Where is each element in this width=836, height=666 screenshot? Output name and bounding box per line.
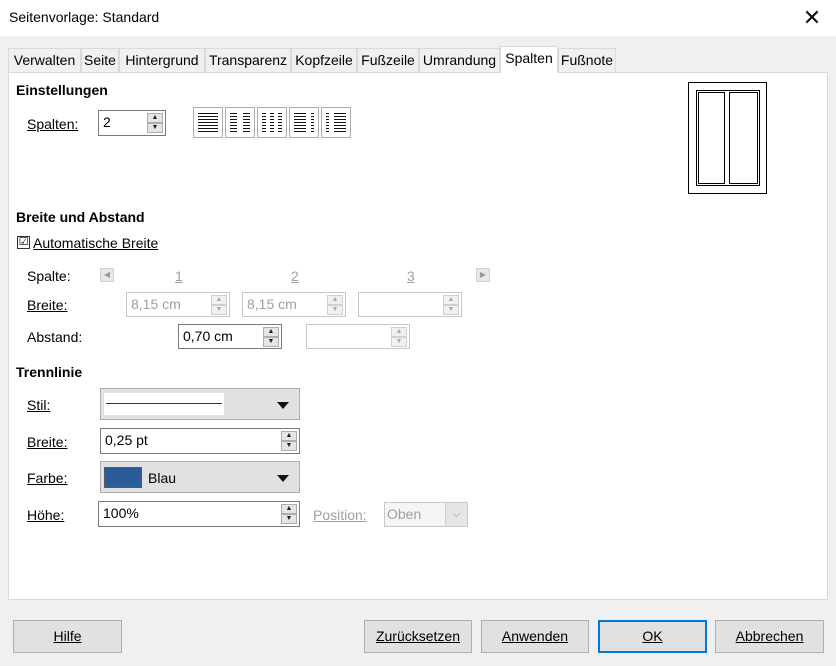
help-button[interactable]: Hilfe bbox=[13, 620, 122, 653]
separator-width-spinner[interactable]: 0,25 pt ▲ ▼ bbox=[100, 428, 300, 454]
layout-1-column-button[interactable] bbox=[193, 107, 223, 138]
tab-seite[interactable]: Seite bbox=[81, 48, 119, 72]
separator-style-dropdown[interactable] bbox=[100, 388, 300, 420]
separator-width-label: Breite: bbox=[27, 434, 68, 450]
position-value: Oben bbox=[387, 506, 422, 522]
spin-up-icon[interactable]: ▲ bbox=[327, 295, 343, 305]
column-3-width-spinner[interactable]: ▲ ▼ bbox=[358, 292, 462, 317]
columns-label: Spalten: bbox=[27, 116, 79, 132]
column-2-width-value: 8,15 cm bbox=[247, 296, 297, 312]
spin-down-icon[interactable]: ▼ bbox=[263, 337, 279, 347]
close-icon[interactable]: ✕ bbox=[798, 4, 826, 32]
ok-button[interactable]: OK bbox=[598, 620, 707, 653]
color-swatch bbox=[104, 467, 142, 488]
spin-down-icon[interactable]: ▼ bbox=[147, 123, 163, 133]
auto-width-label: Automatische Breite bbox=[33, 235, 159, 251]
spacing-1-spinner[interactable]: 0,70 cm ▲ ▼ bbox=[178, 324, 282, 349]
separator-style-label: Stil: bbox=[27, 397, 51, 413]
auto-width-checkbox[interactable]: ☑ bbox=[17, 236, 30, 249]
spin-up-icon[interactable]: ▲ bbox=[263, 327, 279, 337]
column-1-width-spinner[interactable]: 8,15 cm ▲ ▼ bbox=[126, 292, 230, 317]
tab-kopfzeile[interactable]: Kopfzeile bbox=[291, 48, 357, 72]
page-preview bbox=[688, 82, 767, 194]
tab-transparenz[interactable]: Transparenz bbox=[205, 48, 291, 72]
tab-fusszeile[interactable]: Fußzeile bbox=[357, 48, 419, 72]
position-label: Position: bbox=[313, 507, 367, 523]
reset-button[interactable]: Zurücksetzen bbox=[364, 620, 472, 653]
window-title: Seitenvorlage: Standard bbox=[9, 9, 160, 25]
spin-down-icon[interactable]: ▼ bbox=[281, 441, 297, 451]
tab-hintergrund[interactable]: Hintergrund bbox=[119, 48, 205, 72]
preview-column-right bbox=[729, 92, 758, 184]
arrow-left-icon[interactable]: ◀ bbox=[100, 268, 114, 282]
separator-height-value: 100% bbox=[103, 505, 139, 521]
line-style-preview bbox=[104, 393, 224, 415]
column-number-2: 2 bbox=[291, 268, 299, 284]
separator-color-dropdown[interactable]: Blau bbox=[100, 461, 300, 493]
tab-umrandung[interactable]: Umrandung bbox=[419, 48, 500, 72]
width-spacing-heading: Breite und Abstand bbox=[16, 209, 145, 225]
position-dropdown[interactable]: Oben ⌵ bbox=[384, 502, 468, 527]
preview-column-left bbox=[698, 92, 725, 184]
separator-color-value: Blau bbox=[148, 470, 177, 486]
spin-down-icon[interactable]: ▼ bbox=[391, 337, 407, 347]
spin-up-icon[interactable]: ▲ bbox=[443, 295, 459, 305]
layout-2-columns-right-big-button[interactable] bbox=[321, 107, 351, 138]
column-1-width-value: 8,15 cm bbox=[131, 296, 181, 312]
spin-down-icon[interactable]: ▼ bbox=[443, 305, 459, 315]
columns-spinner[interactable]: 2 ▲ ▼ bbox=[98, 110, 166, 136]
chevron-down-icon bbox=[277, 402, 289, 409]
separator-width-value: 0,25 pt bbox=[105, 432, 148, 448]
separator-height-spinner[interactable]: 100% ▲ ▼ bbox=[98, 501, 300, 527]
separator-height-label: Höhe: bbox=[27, 507, 65, 523]
arrow-right-icon[interactable]: ▶ bbox=[476, 268, 490, 282]
tab-verwalten[interactable]: Verwalten bbox=[8, 48, 81, 72]
spacing-2-spinner[interactable]: ▲ ▼ bbox=[306, 324, 410, 349]
layout-2-columns-button[interactable] bbox=[225, 107, 255, 138]
tab-fussnote[interactable]: Fußnote bbox=[558, 48, 616, 72]
column-label: Spalte: bbox=[27, 268, 71, 284]
spin-down-icon[interactable]: ▼ bbox=[211, 305, 227, 315]
chevron-down-icon: ⌵ bbox=[445, 503, 467, 526]
settings-heading: Einstellungen bbox=[16, 82, 108, 98]
separator-color-label: Farbe: bbox=[27, 470, 68, 486]
apply-button[interactable]: Anwenden bbox=[481, 620, 589, 653]
chevron-down-icon bbox=[277, 475, 289, 482]
column-number-1: 1 bbox=[175, 268, 183, 284]
spacing-1-value: 0,70 cm bbox=[183, 328, 233, 344]
spin-up-icon[interactable]: ▲ bbox=[391, 327, 407, 337]
spin-down-icon[interactable]: ▼ bbox=[281, 514, 297, 524]
cancel-button[interactable]: Abbrechen bbox=[715, 620, 824, 653]
tab-spalten[interactable]: Spalten bbox=[500, 46, 558, 73]
separator-heading: Trennlinie bbox=[16, 364, 83, 380]
spin-up-icon[interactable]: ▲ bbox=[281, 431, 297, 441]
spin-down-icon[interactable]: ▼ bbox=[327, 305, 343, 315]
layout-2-columns-left-big-button[interactable] bbox=[289, 107, 319, 138]
column-width-label: Breite: bbox=[27, 297, 68, 313]
columns-value: 2 bbox=[103, 114, 111, 130]
spin-up-icon[interactable]: ▲ bbox=[281, 504, 297, 514]
spin-up-icon[interactable]: ▲ bbox=[147, 113, 163, 123]
column-number-3: 3 bbox=[407, 268, 415, 284]
spacing-label: Abstand: bbox=[27, 329, 83, 345]
column-2-width-spinner[interactable]: 8,15 cm ▲ ▼ bbox=[242, 292, 346, 317]
layout-3-columns-button[interactable] bbox=[257, 107, 287, 138]
spin-up-icon[interactable]: ▲ bbox=[211, 295, 227, 305]
